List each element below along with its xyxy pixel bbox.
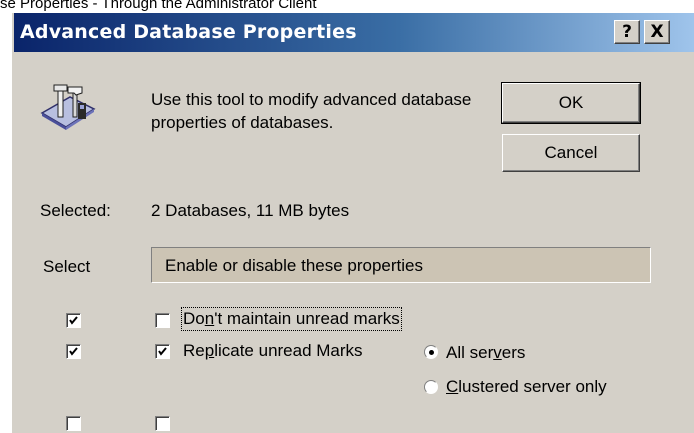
all-servers-label[interactable]: All servers xyxy=(446,343,525,363)
select-checkbox-unread-marks[interactable] xyxy=(66,313,81,328)
properties-group-header: Enable or disable these properties xyxy=(151,247,651,283)
cancel-button[interactable]: Cancel xyxy=(502,134,640,172)
select-column-label: Select xyxy=(43,257,91,276)
dont-maintain-unread-marks-label[interactable]: Don't maintain unread marks xyxy=(181,307,402,331)
advanced-database-properties-dialog: Advanced Database Properties ? X Use thi… xyxy=(12,13,694,433)
selected-label: Selected: xyxy=(40,201,111,220)
check-icon xyxy=(158,347,167,356)
dialog-title: Advanced Database Properties xyxy=(20,21,357,43)
clustered-server-only-label[interactable]: Clustered server only xyxy=(446,377,607,397)
select-checkbox-next-row[interactable] xyxy=(66,416,81,431)
next-property-checkbox[interactable] xyxy=(155,416,170,431)
replicate-unread-marks-label[interactable]: Replicate unread Marks xyxy=(183,341,363,361)
database-tools-icon xyxy=(40,83,98,136)
select-checkbox-replicate-unread[interactable] xyxy=(66,344,81,359)
clustered-server-only-radio[interactable] xyxy=(424,380,438,394)
help-button[interactable]: ? xyxy=(614,20,640,44)
selected-value: 2 Databases, 11 MB bytes xyxy=(151,201,350,220)
check-icon xyxy=(69,347,78,356)
page-caption: se Properties - Through the Administrato… xyxy=(0,0,317,12)
all-servers-radio[interactable] xyxy=(424,345,438,359)
replicate-unread-marks-checkbox[interactable] xyxy=(155,344,170,359)
dont-maintain-unread-marks-checkbox[interactable] xyxy=(155,313,170,328)
title-bar[interactable]: Advanced Database Properties ? X xyxy=(14,13,694,52)
tool-description: Use this tool to modify advanced databas… xyxy=(151,90,472,132)
check-icon xyxy=(69,316,78,325)
ok-button[interactable]: OK xyxy=(501,82,641,124)
close-button[interactable]: X xyxy=(644,20,670,44)
